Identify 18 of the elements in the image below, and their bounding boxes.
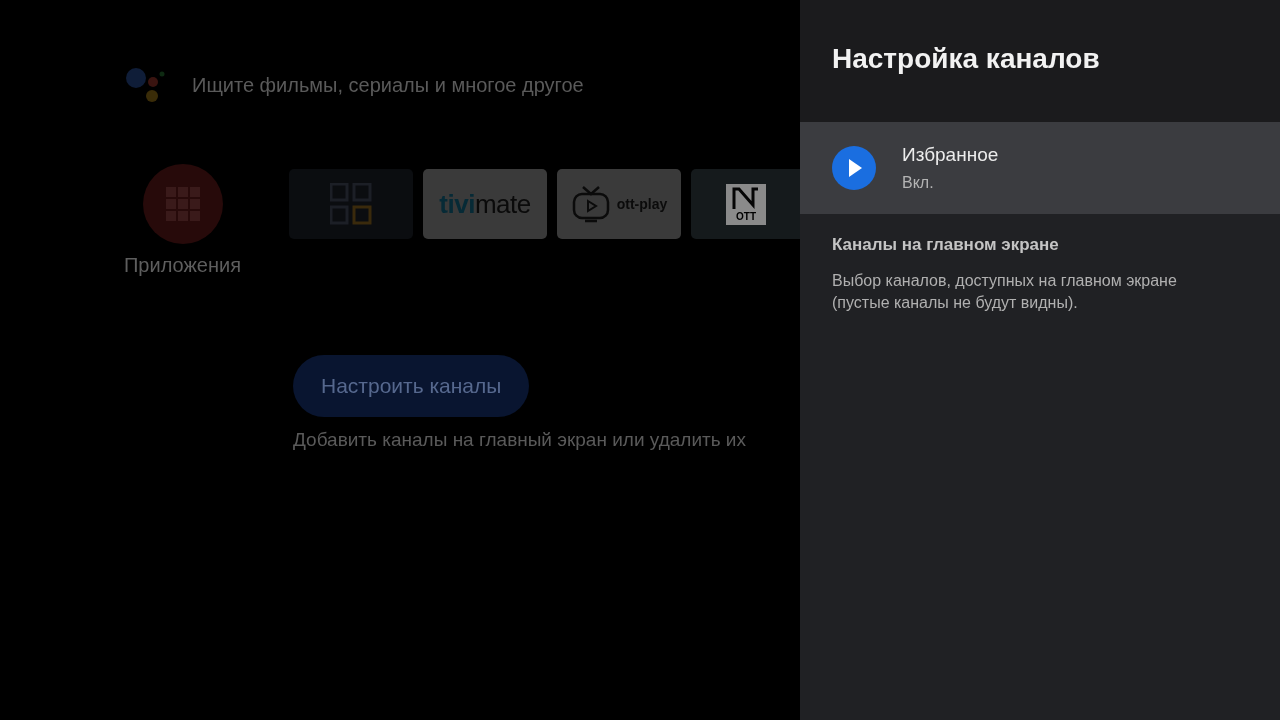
squares-icon [330,183,372,225]
channel-name: Избранное [902,144,999,166]
n-letter-icon [731,186,761,211]
tv-icon [570,184,611,224]
assistant-dots-icon [124,66,166,104]
app-tile[interactable]: OTT [691,169,800,239]
apps-label: Приложения [124,254,241,277]
panel-title: Настройка каналов [832,43,1100,75]
app-tile[interactable] [289,169,413,239]
section-title: Каналы на главном экране [832,235,1060,255]
customize-channels-button[interactable]: Настроить каналы [293,355,530,417]
search-field[interactable]: Ищите фильмы, сериалы и многое другое [192,73,584,97]
channel-item[interactable]: Избранное Вкл. [800,122,1280,214]
app-logo-text: OTT [736,210,756,222]
play-icon [832,146,876,190]
channel-status: Вкл. [902,174,935,192]
section-description: Выбор каналов, доступных на главном экране (пустые каналы не будут видны). [832,271,1178,313]
customize-hint: Добавить каналы на главный экран или удалить их [293,429,747,451]
